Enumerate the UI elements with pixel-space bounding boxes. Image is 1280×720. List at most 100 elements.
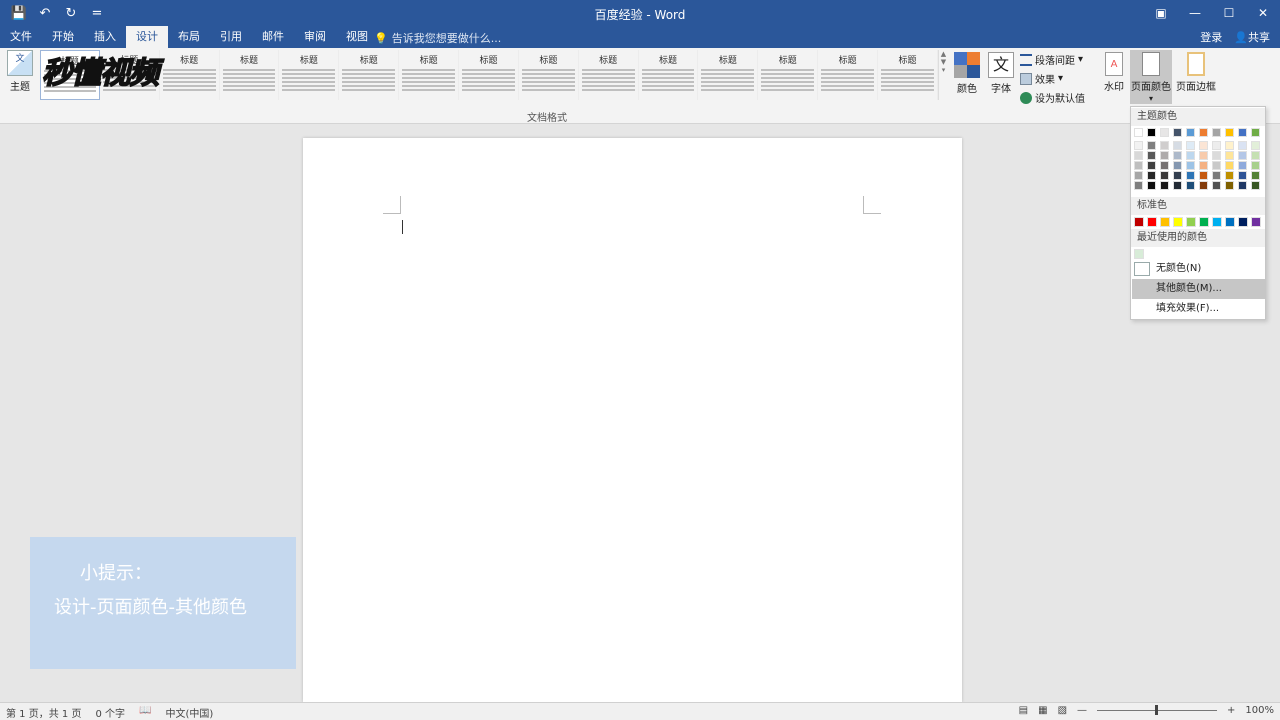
signin-link[interactable]: 登录	[1200, 29, 1222, 45]
color-swatch[interactable]	[1186, 171, 1195, 180]
color-swatch[interactable]	[1147, 161, 1156, 170]
close-button[interactable]: ✕	[1246, 0, 1280, 26]
color-swatch[interactable]	[1212, 171, 1221, 180]
zoom-level[interactable]: 100%	[1245, 705, 1274, 716]
effects-button[interactable]: 效果 ▾	[1020, 71, 1085, 86]
color-swatch[interactable]	[1186, 161, 1195, 170]
recent-color-swatch[interactable]	[1134, 249, 1144, 259]
color-swatch[interactable]	[1251, 161, 1260, 170]
color-swatch[interactable]	[1147, 141, 1156, 150]
color-swatch[interactable]	[1238, 181, 1247, 190]
gallery-scroll[interactable]: ▲ ▼ ▾	[938, 50, 948, 100]
color-swatch[interactable]	[1147, 171, 1156, 180]
color-swatch[interactable]	[1186, 141, 1195, 150]
standard-color-swatch[interactable]	[1212, 217, 1222, 227]
color-swatch[interactable]	[1238, 161, 1247, 170]
color-swatch[interactable]	[1134, 151, 1143, 160]
color-swatch[interactable]	[1251, 151, 1260, 160]
color-swatch[interactable]	[1238, 128, 1247, 137]
style-set-10[interactable]: 标题	[639, 50, 699, 100]
style-set-14[interactable]: 标题	[878, 50, 938, 100]
style-set-6[interactable]: 标题	[399, 50, 460, 100]
page-borders-button[interactable]: 页面边框	[1174, 52, 1218, 93]
color-swatch[interactable]	[1160, 171, 1169, 180]
color-swatch[interactable]	[1225, 171, 1234, 180]
style-set-8[interactable]: 标题	[519, 50, 579, 100]
maximize-button[interactable]: ☐	[1212, 0, 1246, 26]
color-swatch[interactable]	[1186, 128, 1195, 137]
color-swatch[interactable]	[1212, 141, 1221, 150]
color-swatch[interactable]	[1134, 161, 1143, 170]
word-count[interactable]: 0 个字	[95, 705, 125, 720]
tab-8[interactable]: 视图	[336, 26, 378, 48]
color-swatch[interactable]	[1251, 128, 1260, 137]
colors-button[interactable]: 颜色	[954, 52, 980, 95]
color-swatch[interactable]	[1238, 141, 1247, 150]
color-swatch[interactable]	[1160, 161, 1169, 170]
ribbon-display-options-button[interactable]: ▣	[1144, 0, 1178, 26]
style-set-2[interactable]: 标题	[160, 50, 220, 100]
color-swatch[interactable]	[1225, 181, 1234, 190]
color-swatch[interactable]	[1173, 161, 1182, 170]
color-swatch[interactable]	[1251, 141, 1260, 150]
web-layout-icon[interactable]: ▧	[1058, 705, 1067, 716]
tell-me-box[interactable]: 💡 告诉我您想要做什么...	[374, 30, 501, 46]
standard-color-swatch[interactable]	[1160, 217, 1170, 227]
color-swatch[interactable]	[1160, 128, 1169, 137]
standard-color-swatch[interactable]	[1134, 217, 1144, 227]
themes-button[interactable]: 文 主题	[4, 50, 36, 102]
tab-0[interactable]: 文件	[0, 26, 42, 48]
set-as-default-button[interactable]: 设为默认值	[1020, 90, 1085, 105]
color-swatch[interactable]	[1199, 181, 1208, 190]
style-set-4[interactable]: 标题	[279, 50, 340, 100]
color-swatch[interactable]	[1238, 151, 1247, 160]
style-set-7[interactable]: 标题	[459, 50, 519, 100]
proofing-icon[interactable]: 📖	[139, 705, 151, 720]
zoom-slider[interactable]	[1097, 705, 1218, 715]
standard-color-swatch[interactable]	[1186, 217, 1196, 227]
color-swatch[interactable]	[1212, 161, 1221, 170]
color-swatch[interactable]	[1160, 141, 1169, 150]
zoom-in-button[interactable]: +	[1227, 705, 1235, 716]
color-swatch[interactable]	[1199, 161, 1208, 170]
color-swatch[interactable]	[1251, 181, 1260, 190]
style-set-3[interactable]: 标题	[220, 50, 280, 100]
color-swatch[interactable]	[1186, 151, 1195, 160]
tab-6[interactable]: 邮件	[252, 26, 294, 48]
color-swatch[interactable]	[1212, 128, 1221, 137]
more-colors-menu-item[interactable]: 其他颜色(M)...	[1132, 279, 1265, 299]
color-swatch[interactable]	[1173, 181, 1182, 190]
color-swatch[interactable]	[1173, 151, 1182, 160]
color-swatch[interactable]	[1173, 128, 1182, 137]
watermark-button[interactable]: A 水印	[1100, 52, 1128, 93]
color-swatch[interactable]	[1173, 141, 1182, 150]
language-indicator[interactable]: 中文(中国)	[165, 705, 213, 720]
style-set-12[interactable]: 标题	[758, 50, 819, 100]
style-set-11[interactable]: 标题	[698, 50, 759, 100]
document-page[interactable]	[303, 138, 962, 702]
color-swatch[interactable]	[1225, 128, 1234, 137]
style-set-5[interactable]: 标题	[339, 50, 400, 100]
color-swatch[interactable]	[1238, 171, 1247, 180]
color-swatch[interactable]	[1160, 181, 1169, 190]
fonts-button[interactable]: 文 字体	[988, 52, 1014, 95]
tab-1[interactable]: 开始	[42, 26, 84, 48]
color-swatch[interactable]	[1199, 151, 1208, 160]
standard-color-swatch[interactable]	[1238, 217, 1248, 227]
standard-color-swatch[interactable]	[1225, 217, 1235, 227]
color-swatch[interactable]	[1212, 181, 1221, 190]
page-count[interactable]: 第 1 页，共 1 页	[6, 705, 81, 720]
color-swatch[interactable]	[1160, 151, 1169, 160]
color-swatch[interactable]	[1199, 141, 1208, 150]
tab-7[interactable]: 审阅	[294, 26, 336, 48]
no-color-menu-item[interactable]: 无颜色(N)	[1132, 259, 1265, 279]
color-swatch[interactable]	[1186, 181, 1195, 190]
color-swatch[interactable]	[1225, 151, 1234, 160]
color-swatch[interactable]	[1212, 151, 1221, 160]
color-swatch[interactable]	[1173, 171, 1182, 180]
color-swatch[interactable]	[1134, 128, 1143, 137]
tab-2[interactable]: 插入	[84, 26, 126, 48]
color-swatch[interactable]	[1199, 171, 1208, 180]
standard-color-swatch[interactable]	[1199, 217, 1209, 227]
style-set-9[interactable]: 标题	[579, 50, 639, 100]
